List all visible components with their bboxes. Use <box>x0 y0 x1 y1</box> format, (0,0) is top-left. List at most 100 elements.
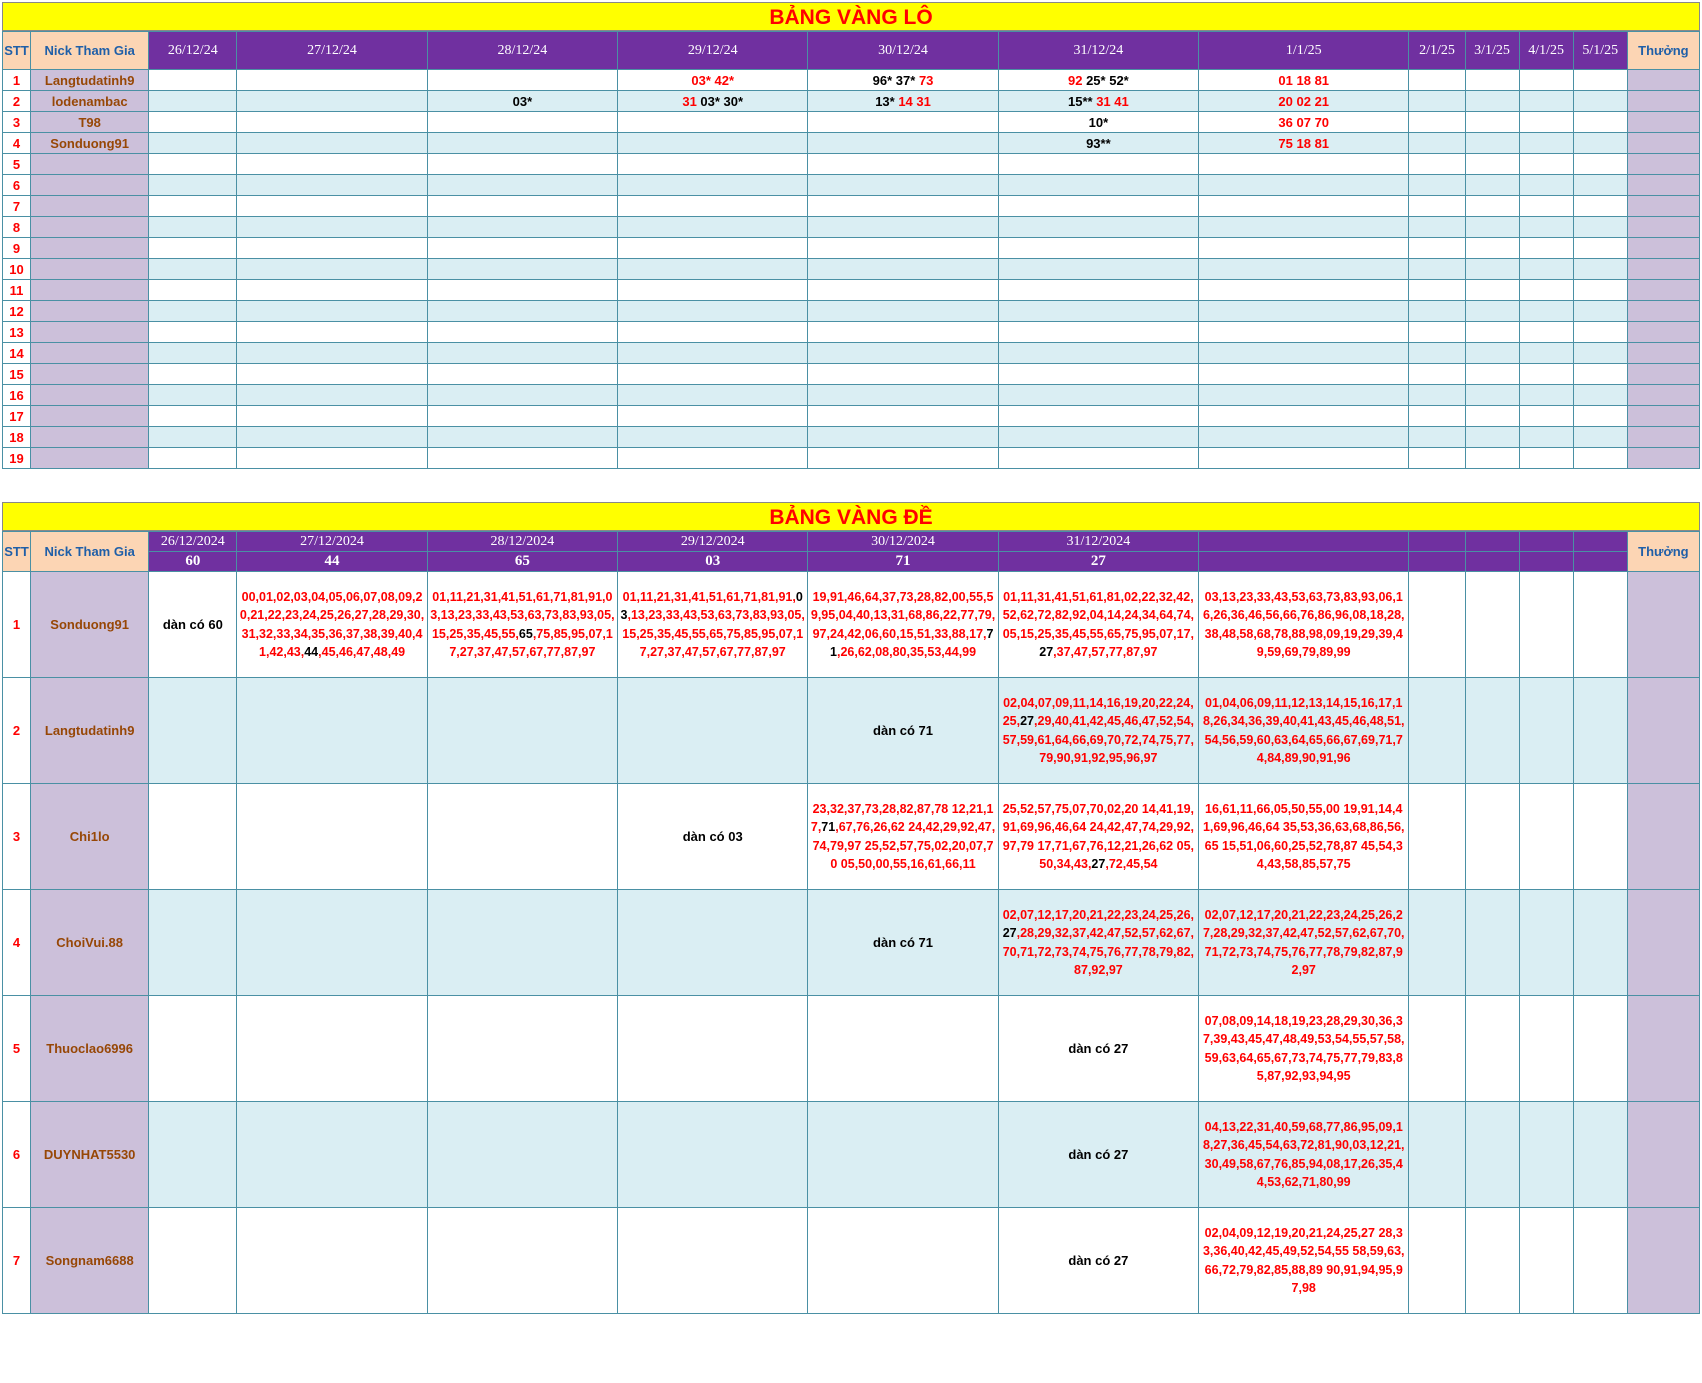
lo-cell[interactable] <box>807 279 999 301</box>
lo-cell[interactable] <box>1198 216 1410 238</box>
lo-cell[interactable] <box>426 216 619 238</box>
lo-cell[interactable] <box>1464 279 1520 301</box>
de-cell[interactable] <box>236 1207 428 1314</box>
lo-cell[interactable] <box>1408 195 1466 217</box>
de-cell[interactable] <box>807 1207 999 1314</box>
de-cell[interactable] <box>1464 1207 1520 1314</box>
lo-cell[interactable] <box>236 153 428 175</box>
lo-cell[interactable] <box>617 132 809 154</box>
lo-cell[interactable] <box>1198 384 1410 406</box>
de-cell[interactable] <box>617 677 809 784</box>
de-cell[interactable] <box>1572 1101 1628 1208</box>
de-cell[interactable]: dàn có 03 <box>617 783 809 890</box>
lo-cell[interactable] <box>807 111 999 133</box>
lo-cell[interactable] <box>1464 216 1520 238</box>
lo-cell[interactable] <box>997 384 1200 406</box>
lo-cell[interactable] <box>1198 426 1410 448</box>
lo-cell[interactable] <box>807 300 999 322</box>
lo-cell[interactable] <box>1572 216 1628 238</box>
lo-cell[interactable] <box>1572 447 1628 469</box>
de-cell[interactable] <box>1464 783 1520 890</box>
lo-cell[interactable] <box>807 153 999 175</box>
lo-cell[interactable] <box>1198 405 1410 427</box>
lo-cell[interactable] <box>617 111 809 133</box>
lo-cell[interactable] <box>1572 426 1628 448</box>
de-cell[interactable] <box>1408 889 1466 996</box>
lo-cell[interactable] <box>426 363 619 385</box>
lo-cell[interactable] <box>807 447 999 469</box>
de-cell[interactable]: 23,32,37,73,28,82,87,78 12,21,17,71,67,7… <box>807 783 999 890</box>
lo-cell[interactable] <box>1408 153 1466 175</box>
de-cell[interactable] <box>1572 1207 1628 1314</box>
de-cell[interactable] <box>148 677 238 784</box>
lo-cell[interactable] <box>807 342 999 364</box>
de-cell[interactable]: dàn có 71 <box>807 677 999 784</box>
lo-cell[interactable] <box>236 195 428 217</box>
lo-cell[interactable] <box>1518 300 1574 322</box>
lo-cell[interactable] <box>236 279 428 301</box>
lo-cell[interactable] <box>807 363 999 385</box>
lo-cell[interactable] <box>1464 426 1520 448</box>
lo-cell[interactable] <box>997 195 1200 217</box>
lo-cell[interactable] <box>236 384 428 406</box>
de-cell[interactable]: 16,61,11,66,05,50,55,00 19,91,14,41,69,9… <box>1198 783 1410 890</box>
lo-cell[interactable]: 31 03* 30* <box>617 90 809 112</box>
lo-cell[interactable]: 96* 37* 73 <box>807 69 999 91</box>
lo-cell[interactable] <box>617 174 809 196</box>
de-cell[interactable] <box>148 1101 238 1208</box>
lo-cell[interactable] <box>426 300 619 322</box>
de-cell[interactable] <box>1408 995 1466 1102</box>
lo-cell[interactable] <box>997 153 1200 175</box>
lo-cell[interactable] <box>1518 90 1574 112</box>
lo-cell[interactable] <box>807 132 999 154</box>
lo-cell[interactable] <box>426 342 619 364</box>
lo-cell[interactable] <box>426 153 619 175</box>
lo-cell[interactable] <box>236 111 428 133</box>
de-cell[interactable]: 01,11,21,31,41,51,61,71,81,91,03,13,23,3… <box>617 571 809 678</box>
de-cell[interactable]: 02,07,12,17,20,21,22,23,24,25,26,27,28,2… <box>1198 889 1410 996</box>
lo-cell[interactable] <box>807 237 999 259</box>
de-cell[interactable]: 07,08,09,14,18,19,23,28,29,30,36,37,39,4… <box>1198 995 1410 1102</box>
lo-cell[interactable] <box>1408 111 1466 133</box>
lo-cell[interactable] <box>997 426 1200 448</box>
lo-cell[interactable] <box>426 174 619 196</box>
lo-cell[interactable] <box>1572 174 1628 196</box>
lo-cell[interactable] <box>997 342 1200 364</box>
lo-cell[interactable] <box>617 426 809 448</box>
lo-cell[interactable] <box>1408 216 1466 238</box>
de-cell[interactable] <box>148 995 238 1102</box>
lo-cell[interactable] <box>617 384 809 406</box>
de-cell[interactable] <box>1572 571 1628 678</box>
de-cell[interactable] <box>426 995 619 1102</box>
lo-cell[interactable] <box>617 237 809 259</box>
lo-cell[interactable] <box>236 174 428 196</box>
de-cell[interactable]: dàn có 71 <box>807 889 999 996</box>
lo-cell[interactable] <box>1198 279 1410 301</box>
de-cell[interactable] <box>426 889 619 996</box>
lo-cell[interactable] <box>236 405 428 427</box>
lo-cell[interactable] <box>1198 153 1410 175</box>
lo-cell[interactable] <box>1408 384 1466 406</box>
lo-cell[interactable] <box>426 132 619 154</box>
lo-cell[interactable] <box>1464 153 1520 175</box>
lo-cell[interactable] <box>1572 405 1628 427</box>
lo-cell[interactable] <box>1572 258 1628 280</box>
lo-cell[interactable] <box>148 153 238 175</box>
lo-cell[interactable] <box>1464 363 1520 385</box>
de-cell[interactable] <box>1518 889 1574 996</box>
lo-cell[interactable] <box>1464 174 1520 196</box>
lo-cell[interactable] <box>1408 279 1466 301</box>
lo-cell[interactable] <box>148 237 238 259</box>
lo-cell[interactable] <box>997 279 1200 301</box>
de-cell[interactable] <box>426 677 619 784</box>
lo-cell[interactable] <box>1198 195 1410 217</box>
de-cell[interactable] <box>1464 677 1520 784</box>
lo-cell[interactable] <box>148 111 238 133</box>
lo-cell[interactable] <box>997 174 1200 196</box>
lo-cell[interactable] <box>148 405 238 427</box>
lo-cell[interactable] <box>807 195 999 217</box>
de-cell[interactable] <box>1518 677 1574 784</box>
lo-cell[interactable] <box>1572 90 1628 112</box>
de-cell[interactable] <box>1572 889 1628 996</box>
lo-cell[interactable] <box>1408 300 1466 322</box>
